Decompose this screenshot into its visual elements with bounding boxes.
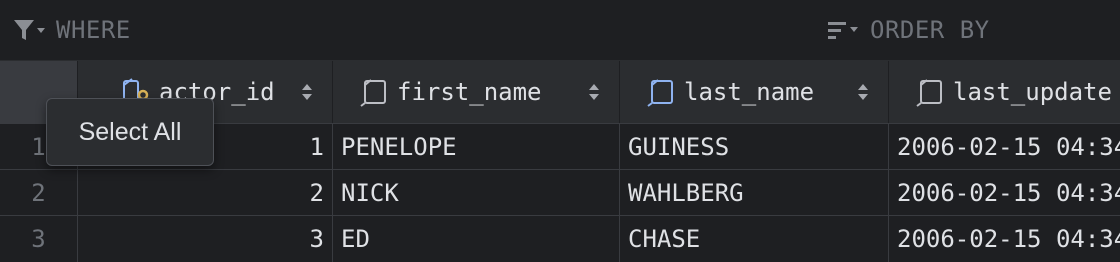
cell-first-name[interactable]: ED xyxy=(333,216,620,262)
column-name: last_name xyxy=(684,78,815,106)
tooltip-text: Select All xyxy=(78,117,182,146)
indexed-column-icon xyxy=(646,77,676,107)
filter-bar: WHERE ORDER BY xyxy=(0,0,1120,61)
column-header-last-update[interactable]: last_update xyxy=(889,61,1120,123)
cell-first-name[interactable]: PENELOPE xyxy=(333,124,620,170)
select-all-tooltip: Select All xyxy=(46,98,214,166)
cell-actor-id[interactable]: 2 xyxy=(79,170,333,216)
cell-last-name[interactable]: CHASE xyxy=(620,216,889,262)
order-by-filter[interactable]: ORDER BY xyxy=(826,0,990,60)
column-name: last_update xyxy=(953,78,1112,106)
column-header-first-name[interactable]: first_name xyxy=(333,61,620,123)
cell-actor-id[interactable]: 3 xyxy=(79,216,333,262)
table-row[interactable]: 3 3 ED CHASE 2006-02-15 04:34:33 xyxy=(0,215,1120,262)
cell-last-update[interactable]: 2006-02-15 04:34:33 xyxy=(889,124,1120,170)
cell-last-name[interactable]: GUINESS xyxy=(620,124,889,170)
order-by-label[interactable]: ORDER BY xyxy=(870,16,990,44)
table-row[interactable]: 2 2 NICK WAHLBERG 2006-02-15 04:34:33 xyxy=(0,169,1120,216)
sort-arrows-icon[interactable] xyxy=(300,82,314,106)
where-label[interactable]: WHERE xyxy=(56,16,131,44)
cell-last-name[interactable]: WAHLBERG xyxy=(620,170,889,216)
cell-last-update[interactable]: 2006-02-15 04:34:33 xyxy=(889,216,1120,262)
column-header-last-name[interactable]: last_name xyxy=(620,61,889,123)
column-icon xyxy=(359,77,389,107)
where-filter[interactable]: WHERE xyxy=(12,0,131,60)
sort-arrows-icon[interactable] xyxy=(587,82,601,106)
sort-lines-icon[interactable] xyxy=(826,15,860,45)
sort-arrows-icon[interactable] xyxy=(856,82,870,106)
cell-last-update[interactable]: 2006-02-15 04:34:33 xyxy=(889,170,1120,216)
column-name: first_name xyxy=(397,78,542,106)
filter-icon[interactable] xyxy=(12,15,46,45)
column-icon xyxy=(915,77,945,107)
cell-first-name[interactable]: NICK xyxy=(333,170,620,216)
row-number[interactable]: 2 xyxy=(0,170,78,216)
row-number[interactable]: 3 xyxy=(0,216,78,262)
